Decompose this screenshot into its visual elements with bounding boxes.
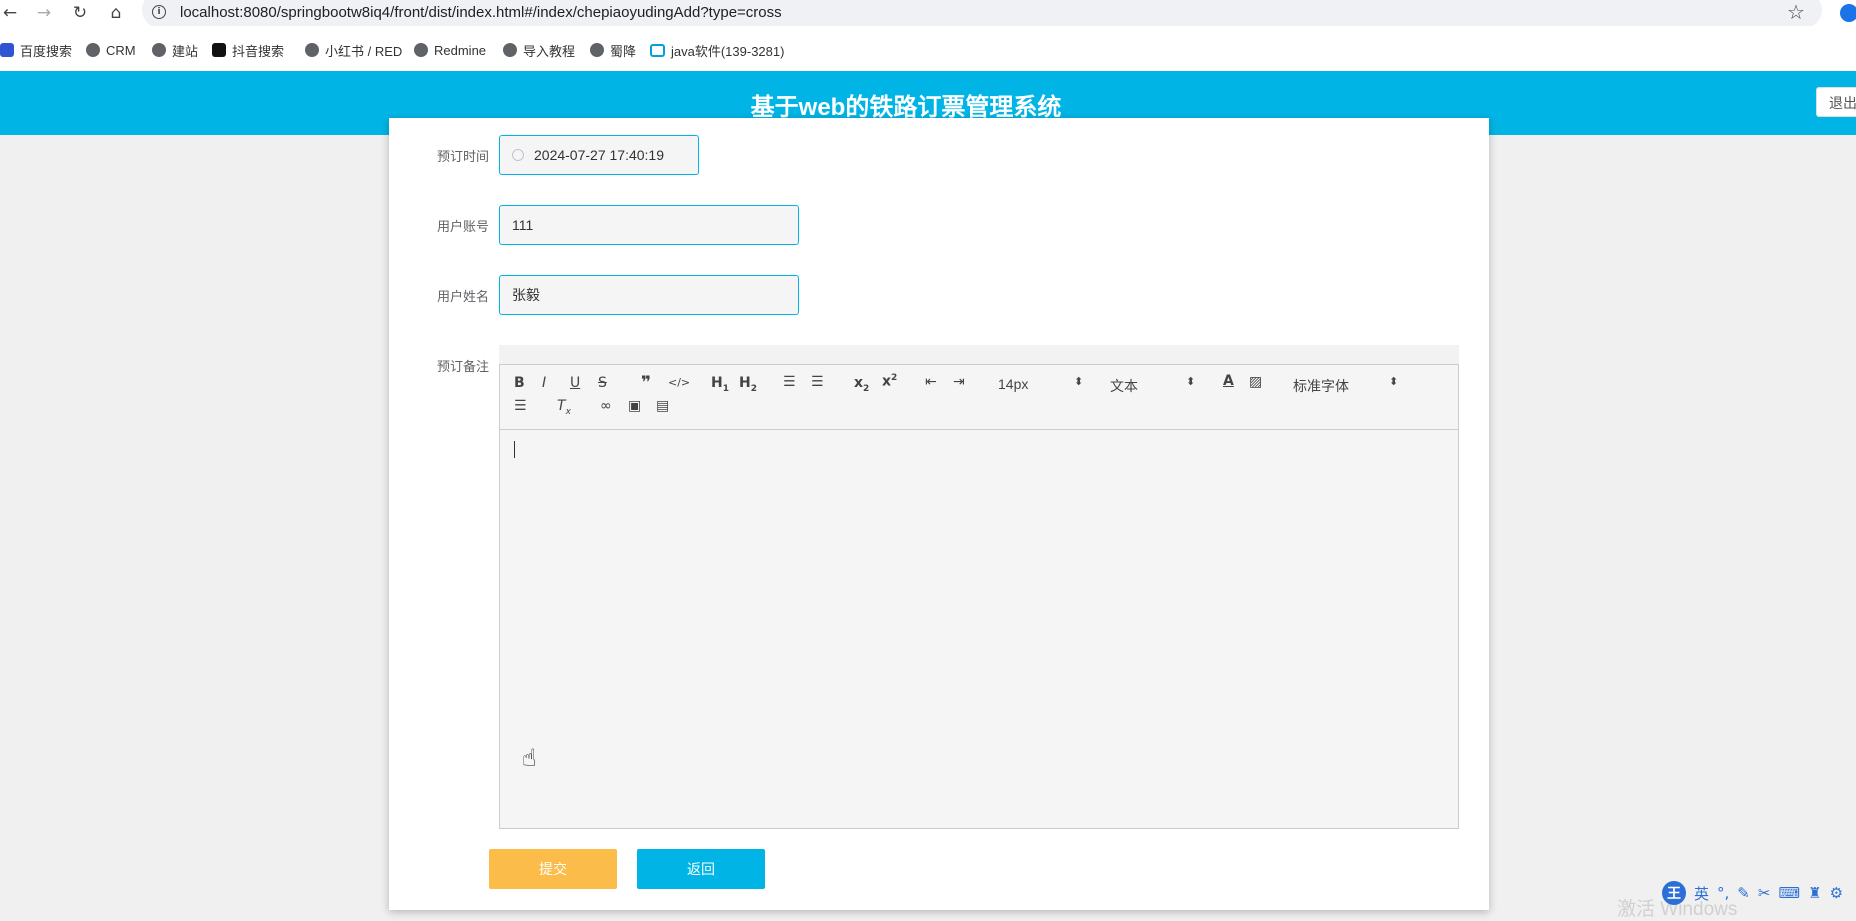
site-info-icon[interactable]: i [152,5,166,19]
video-icon[interactable]: ▤ [656,398,669,414]
tiktok-icon [212,43,226,57]
form-card: 预订时间 2024-07-27 17:40:19 用户账号 111 用户姓名 张… [389,118,1489,910]
scissors-icon[interactable]: ✂ [1758,884,1771,902]
keyboard-icon[interactable]: ⌨ [1778,884,1800,902]
submit-button[interactable]: 提交 [489,849,617,889]
link-icon[interactable]: ∞ [600,398,612,414]
ime-mode-toggle[interactable]: 英 [1694,883,1709,904]
font-color-icon[interactable]: A [1223,373,1234,389]
user-account-label: 用户账号 [436,219,489,234]
bookmark-jianzhan[interactable]: 建站 [152,41,198,59]
profile-icon[interactable] [1840,4,1856,22]
remark-label: 预订备注 [436,359,489,374]
text-caret [514,441,515,458]
reserve-time-input[interactable]: 2024-07-27 17:40:19 [499,135,699,175]
globe-icon [414,43,428,57]
bookmark-import-tutorial[interactable]: 导入教程 [503,41,575,59]
globe-icon [503,43,517,57]
strikethrough-icon[interactable]: S [598,375,607,391]
back-button[interactable]: 返回 [637,849,765,889]
font-size-select[interactable]: 14px [998,376,1028,392]
bookmarks-bar: 百度搜索 CRM 建站 抖音搜索 小红书 / RED Redmine 导入教程 … [0,26,1856,72]
bookmark-crm[interactable]: CRM [86,41,136,59]
h2-icon[interactable]: H2 [739,375,757,394]
globe-icon [86,43,100,57]
page-title: 基于web的铁路订票管理系统 [750,94,1062,121]
outdent-icon[interactable]: ⇤ [925,374,937,390]
user-name-input[interactable]: 张毅 [499,275,799,315]
back-arrow-icon[interactable]: ← [0,2,20,24]
image-icon[interactable]: ▣ [628,398,641,414]
chevron-updown-icon[interactable]: ⬍ [1389,375,1398,388]
pen-icon[interactable]: ✎ [1737,884,1750,902]
editor-toolbar: B I U S ❞ </> H1 H2 ☰ ☰ x2 x2 ⇤ ⇥ 14px ⬍… [499,364,1459,430]
chevron-updown-icon[interactable]: ⬍ [1186,375,1195,388]
bookmark-shujiang[interactable]: 蜀降 [590,41,636,59]
indent-icon[interactable]: ⇥ [953,374,965,390]
globe-icon [152,43,166,57]
browser-toolbar: ← → ↻ ⌂ i localhost:8080/springbootw8iq4… [0,0,1856,28]
align-left-icon[interactable]: ☰ [514,398,527,414]
ime-punct-icon[interactable]: °, [1717,884,1729,902]
user-account-input[interactable]: 111 [499,205,799,245]
background-color-icon[interactable]: ▨ [1249,374,1262,390]
home-icon[interactable]: ⌂ [106,2,126,24]
bookmark-xiaohongshu[interactable]: 小红书 / RED [305,41,402,59]
settings-icon[interactable]: ⚙ [1830,884,1843,902]
bookmark-star-icon[interactable]: ☆ [1787,0,1805,24]
bullet-list-icon[interactable]: ☰ [811,374,824,390]
globe-icon [590,43,604,57]
reload-icon[interactable]: ↻ [70,2,90,24]
bookmark-baidu[interactable]: 百度搜索 [0,41,72,59]
clock-icon [512,149,524,161]
globe-icon [305,43,319,57]
bookmark-redmine[interactable]: Redmine [414,41,486,59]
superscript-icon[interactable]: x2 [882,373,897,390]
user-name-label: 用户姓名 [436,289,489,304]
reserve-time-value: 2024-07-27 17:40:19 [534,147,664,163]
baidu-icon [0,43,14,57]
shirt-icon[interactable]: ♜ [1808,884,1821,902]
underline-icon[interactable]: U [570,375,580,391]
bold-icon[interactable]: B [514,375,525,391]
logout-button[interactable]: 退出 [1816,87,1856,117]
bookmark-java[interactable]: java软件(139-3281) [650,41,784,59]
code-block-icon[interactable]: </> [668,376,690,389]
remark-editor[interactable] [499,429,1459,829]
blockquote-icon[interactable]: ❞ [641,373,651,393]
font-family-select[interactable]: 标准字体 [1293,376,1349,396]
ime-toolbar: 王 英 °, ✎ ✂ ⌨ ♜ ⚙ [1662,880,1843,906]
clean-format-icon[interactable]: Tx [557,398,571,417]
editor-top-strip [499,345,1459,365]
ime-logo-icon[interactable]: 王 [1662,881,1686,905]
header-select[interactable]: 文本 [1110,376,1138,396]
ordered-list-icon[interactable]: ☰ [783,374,796,390]
reserve-time-label: 预订时间 [436,149,489,164]
chevron-updown-icon[interactable]: ⬍ [1074,375,1083,388]
subscript-icon[interactable]: x2 [854,375,869,394]
forward-arrow-icon[interactable]: → [34,2,54,24]
h1-icon[interactable]: H1 [711,375,729,394]
bookmark-douyin[interactable]: 抖音搜索 [212,41,284,59]
bilibili-icon [650,43,665,57]
italic-icon[interactable]: I [542,375,546,391]
url-text[interactable]: localhost:8080/springbootw8iq4/front/dis… [180,4,782,21]
hand-cursor-icon: ☝ [522,744,537,772]
